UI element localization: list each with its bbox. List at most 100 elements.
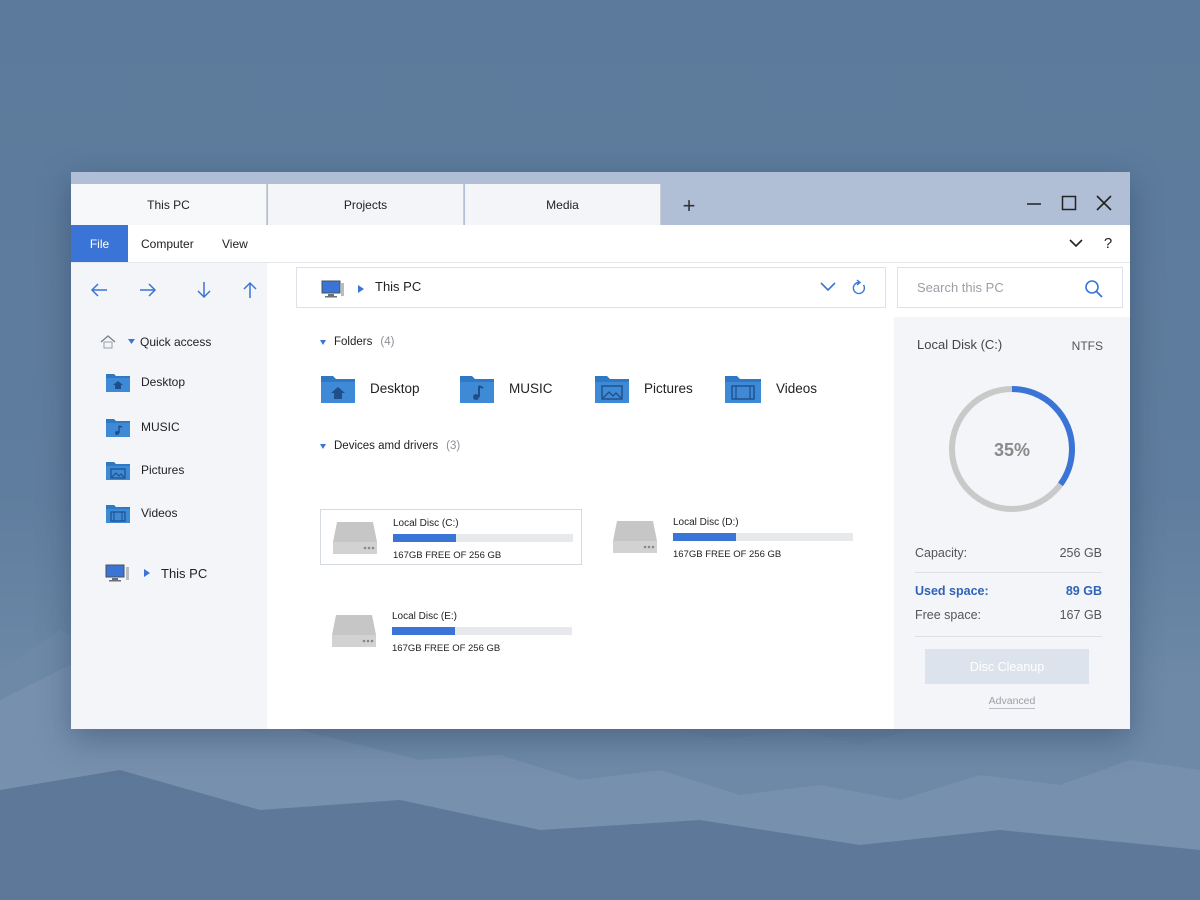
navigation-row: This PC Search this PC <box>71 263 1130 317</box>
folder-pictures[interactable]: Pictures <box>594 369 693 407</box>
computer-icon <box>105 564 129 582</box>
sidebar-item-quick-access[interactable]: Quick access <box>100 329 211 355</box>
disc-cleanup-button[interactable]: Disc Cleanup <box>925 649 1089 684</box>
arrow-down-icon <box>197 282 211 299</box>
music-folder-icon <box>460 376 494 403</box>
folder-label: Videos <box>776 380 818 396</box>
new-tab-button[interactable]: + <box>675 192 703 220</box>
videos-folder-icon <box>725 376 761 403</box>
expand-arrow-icon <box>144 569 150 577</box>
advanced-link-row: Advanced <box>894 695 1130 709</box>
file-explorer-window: This PC Projects Media + File Computer V… <box>71 172 1130 729</box>
capacity-value: 256 GB <box>1059 546 1102 560</box>
refresh-button[interactable] <box>851 279 869 297</box>
videos-folder-icon <box>106 505 130 523</box>
free-space-value: 167 GB <box>1059 608 1102 622</box>
drive-c[interactable]: Local Disc (C:) 167GB FREE OF 256 GB <box>320 509 582 565</box>
devices-section-header[interactable]: Devices amd drivers (3) <box>320 440 460 452</box>
address-dropdown-button[interactable] <box>819 280 839 298</box>
disk-usage-percent: 35% <box>994 440 1030 460</box>
section-title: Devices amd drivers <box>334 440 439 452</box>
pictures-folder-icon <box>595 376 629 403</box>
drive-e[interactable]: Local Disc (E:) 167GB FREE OF 256 GB <box>320 603 582 659</box>
disk-usage-ring: 35% <box>949 386 1075 512</box>
chevron-down-icon <box>1069 239 1083 248</box>
tab-projects[interactable]: Projects <box>268 184 464 225</box>
collapse-arrow-icon <box>320 443 326 449</box>
folder-label: Desktop <box>370 380 420 396</box>
used-space-row: Used space: 89 GB <box>915 584 1102 598</box>
folders-section-header[interactable]: Folders (4) <box>320 336 394 348</box>
advanced-link[interactable]: Advanced <box>988 695 1036 709</box>
back-button[interactable] <box>86 277 112 303</box>
sidebar-item-desktop[interactable]: Desktop <box>105 369 185 395</box>
sidebar-item-videos[interactable]: Videos <box>105 500 177 526</box>
sidebar-item-pictures[interactable]: Pictures <box>105 457 184 483</box>
arrow-left-icon <box>90 283 107 297</box>
sidebar-item-music[interactable]: MUSIC <box>105 414 180 440</box>
close-icon <box>1096 195 1112 211</box>
help-button[interactable]: ? <box>1097 232 1119 254</box>
collapse-arrow-icon <box>320 339 326 345</box>
minimize-icon <box>1027 203 1041 205</box>
folder-label: MUSIC <box>509 380 553 396</box>
home-folder-icon <box>106 374 130 392</box>
disk-title: Local Disk (C:) <box>917 337 1003 352</box>
refresh-icon <box>852 279 866 295</box>
folder-music[interactable]: MUSIC <box>459 369 553 407</box>
drive-usage-fill <box>392 627 455 635</box>
drive-usage-fill <box>393 534 456 542</box>
home-folder-icon <box>321 376 355 403</box>
search-input[interactable]: Search this PC <box>917 280 1004 295</box>
tab-media[interactable]: Media <box>465 184 661 225</box>
menu-view[interactable]: View <box>222 225 248 262</box>
details-pane: Local Disk (C:) NTFS 35% Capacity: 256 G… <box>894 317 1130 729</box>
drive-free-space: 167GB FREE OF 256 GB <box>673 549 782 560</box>
folder-desktop[interactable]: Desktop <box>320 369 420 407</box>
minimize-button[interactable] <box>1019 190 1049 216</box>
used-space-value: 89 GB <box>1065 584 1102 598</box>
free-space-row: Free space: 167 GB <box>915 608 1102 622</box>
sidebar-item-this-pc[interactable]: This PC <box>105 560 207 586</box>
expand-arrow-icon <box>128 339 135 344</box>
section-count: (3) <box>446 440 461 452</box>
music-folder-icon <box>106 419 130 437</box>
close-button[interactable] <box>1089 190 1119 216</box>
used-space-label: Used space: <box>915 584 989 598</box>
tab-label: Projects <box>343 197 388 212</box>
menu-file[interactable]: File <box>71 225 128 262</box>
search-box[interactable]: Search this PC <box>897 267 1123 308</box>
drive-usage-bar <box>392 627 572 635</box>
section-count: (4) <box>380 336 395 348</box>
menu-computer[interactable]: Computer <box>141 225 194 262</box>
pictures-folder-icon <box>106 462 130 480</box>
maximize-button[interactable] <box>1054 190 1084 216</box>
filesystem-label: NTFS <box>1071 339 1103 353</box>
capacity-row: Capacity: 256 GB <box>915 546 1102 560</box>
free-space-label: Free space: <box>915 608 982 622</box>
chevron-down-icon <box>820 282 836 292</box>
sidebar-label: Quick access <box>140 335 212 349</box>
up-button[interactable] <box>237 277 263 303</box>
sidebar-label: MUSIC <box>141 420 180 434</box>
section-title: Folders <box>334 336 373 348</box>
arrow-up-icon <box>243 281 257 298</box>
hard-drive-icon <box>333 522 377 554</box>
address-bar[interactable]: This PC <box>296 267 886 308</box>
divider <box>915 572 1102 573</box>
sidebar-label: This PC <box>161 565 208 581</box>
search-button[interactable] <box>1084 279 1104 299</box>
drive-d[interactable]: Local Disc (D:) 167GB FREE OF 256 GB <box>601 509 863 565</box>
drive-usage-bar <box>393 534 573 542</box>
tab-this-pc[interactable]: This PC <box>71 184 267 225</box>
drive-usage-fill <box>673 533 736 541</box>
drive-name: Local Disc (D:) <box>673 517 739 528</box>
recent-locations-button[interactable] <box>191 277 217 303</box>
sidebar-label: Pictures <box>141 463 185 477</box>
expand-ribbon-button[interactable] <box>1065 232 1087 254</box>
hard-drive-icon <box>613 521 657 553</box>
folder-videos[interactable]: Videos <box>724 369 817 407</box>
forward-button[interactable] <box>135 277 161 303</box>
maximize-icon <box>1061 195 1077 211</box>
navigation-pane: Quick access Desktop MUSIC Pictures Vide… <box>71 317 267 729</box>
